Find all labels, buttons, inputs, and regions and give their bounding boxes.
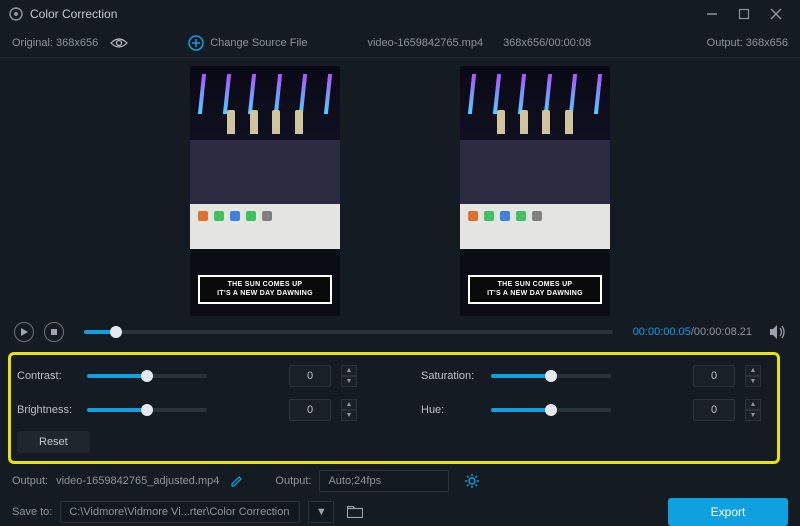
saveto-path[interactable]: C:\Vidmore\Vidmore Vi...rter\Color Corre… — [60, 501, 300, 523]
original-preview: THE SUN COMES UP IT'S A NEW DAY DAWNING — [190, 66, 340, 316]
current-time: 00:00:00.05 — [633, 326, 691, 338]
title-bar: Color Correction — [0, 0, 800, 28]
output-format-label: Output: — [275, 475, 311, 487]
change-source-label: Change Source File — [210, 37, 307, 49]
caption-line-2: IT'S A NEW DAY DAWNING — [472, 290, 598, 298]
source-filename: video-1659842765.mp4 — [367, 37, 483, 49]
saturation-slider[interactable] — [491, 374, 611, 378]
open-folder-icon[interactable] — [342, 501, 368, 523]
volume-icon[interactable] — [770, 325, 786, 339]
saturation-step-up[interactable]: ▲ — [745, 365, 761, 376]
total-time: 00:00:08.21 — [694, 326, 752, 338]
output-settings-icon[interactable] — [465, 474, 479, 488]
output-format-value[interactable]: Auto;24fps — [319, 470, 449, 492]
seek-slider[interactable] — [84, 330, 613, 334]
app-logo-icon — [8, 6, 24, 22]
playback-bar: 00:00:00.05/00:00:08.21 — [0, 318, 800, 346]
hue-label: Hue: — [421, 404, 487, 416]
preview-row: THE SUN COMES UP IT'S A NEW DAY DAWNING … — [0, 58, 800, 318]
play-button[interactable] — [14, 322, 34, 342]
change-source-button[interactable]: Change Source File — [188, 35, 307, 51]
caption-line-1: THE SUN COMES UP — [472, 281, 598, 289]
saturation-value[interactable]: 0 — [693, 365, 735, 387]
caption-line-2: IT'S A NEW DAY DAWNING — [202, 290, 328, 298]
contrast-label: Contrast: — [17, 370, 83, 382]
preview-toggle-icon[interactable] — [110, 37, 128, 49]
brightness-slider[interactable] — [87, 408, 207, 412]
output-dims-label: Output: 368x656 — [707, 37, 788, 49]
brightness-step-up[interactable]: ▲ — [341, 399, 357, 410]
bottom-bar: Output: video-1659842765_adjusted.mp4 Ou… — [0, 468, 800, 526]
original-dims-label: Original: 368x656 — [12, 37, 98, 49]
window-title: Color Correction — [30, 7, 117, 21]
color-sliders-panel: Contrast: 0 ▲▼ Saturation: 0 ▲▼ Brightne… — [8, 352, 780, 464]
saveto-label: Save to: — [12, 506, 52, 518]
saveto-dropdown-icon[interactable]: ▼ — [308, 501, 334, 523]
output-file-name: video-1659842765_adjusted.mp4 — [56, 475, 219, 487]
minimize-button[interactable] — [696, 3, 728, 25]
saturation-step-down[interactable]: ▼ — [745, 376, 761, 387]
maximize-button[interactable] — [728, 3, 760, 25]
brightness-label: Brightness: — [17, 404, 83, 416]
saturation-label: Saturation: — [421, 370, 487, 382]
hue-step-down[interactable]: ▼ — [745, 410, 761, 421]
contrast-value[interactable]: 0 — [289, 365, 331, 387]
hue-step-up[interactable]: ▲ — [745, 399, 761, 410]
plus-icon — [188, 35, 204, 51]
hue-value[interactable]: 0 — [693, 399, 735, 421]
stop-button[interactable] — [44, 322, 64, 342]
brightness-value[interactable]: 0 — [289, 399, 331, 421]
output-preview: THE SUN COMES UP IT'S A NEW DAY DAWNING — [460, 66, 610, 316]
contrast-step-up[interactable]: ▲ — [341, 365, 357, 376]
caption-box: THE SUN COMES UP IT'S A NEW DAY DAWNING — [468, 275, 602, 304]
edit-output-name-icon[interactable] — [231, 475, 243, 487]
brightness-step-down[interactable]: ▼ — [341, 410, 357, 421]
timecode: 00:00:00.05/00:00:08.21 — [633, 326, 752, 338]
close-button[interactable] — [760, 3, 792, 25]
caption-box: THE SUN COMES UP IT'S A NEW DAY DAWNING — [198, 275, 332, 304]
source-dims-time: 368x656/00:00:08 — [503, 37, 591, 49]
hue-slider[interactable] — [491, 408, 611, 412]
contrast-step-down[interactable]: ▼ — [341, 376, 357, 387]
reset-button[interactable]: Reset — [17, 431, 90, 453]
caption-line-1: THE SUN COMES UP — [202, 281, 328, 289]
export-button[interactable]: Export — [668, 498, 788, 526]
header-bar: Original: 368x656 Change Source File vid… — [0, 28, 800, 58]
output-file-label: Output: — [12, 475, 48, 487]
contrast-slider[interactable] — [87, 374, 207, 378]
